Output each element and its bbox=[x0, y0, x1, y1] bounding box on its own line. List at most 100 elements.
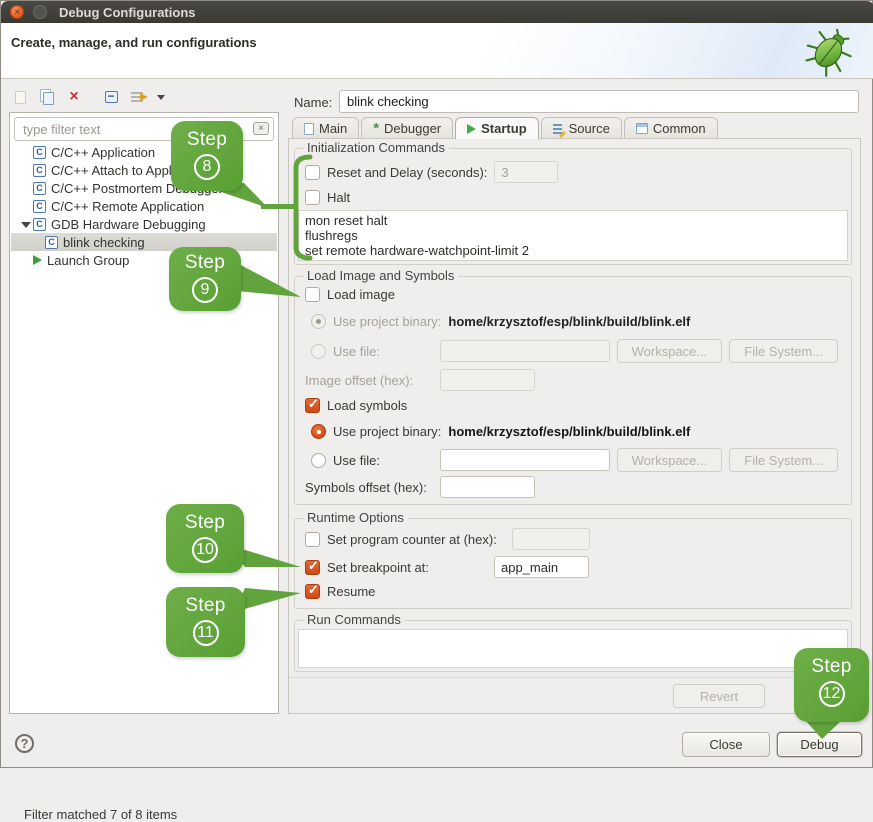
tree-item-label: GDB Hardware Debugging bbox=[51, 217, 206, 232]
project-binary-path: home/krzysztof/esp/blink/build/blink.elf bbox=[448, 314, 690, 329]
image-file-field[interactable] bbox=[440, 340, 610, 362]
step-number: 9 bbox=[192, 277, 218, 303]
step-number: 11 bbox=[193, 620, 219, 646]
run-commands-group: Run Commands bbox=[294, 620, 852, 672]
c-app-icon: C bbox=[33, 146, 46, 159]
launch-group-play-icon bbox=[33, 255, 42, 265]
tree-item-label: C/C++ Application bbox=[51, 145, 155, 160]
group-title: Run Commands bbox=[303, 612, 405, 627]
step-number: 10 bbox=[192, 537, 218, 563]
new-configuration-icon[interactable] bbox=[11, 88, 29, 106]
program-counter-field[interactable] bbox=[512, 528, 590, 550]
step-9-callout: Step 9 bbox=[169, 247, 241, 311]
tree-item-gdb-hardware-debugging[interactable]: C GDB Hardware Debugging bbox=[11, 215, 277, 233]
load-image-symbols-group: Load Image and Symbols Load image Use pr… bbox=[294, 276, 852, 505]
step-12-callout: Step 12 bbox=[794, 648, 869, 722]
use-file-label: Use file: bbox=[333, 453, 433, 468]
window-close-icon[interactable]: × bbox=[10, 5, 24, 19]
tab-label: Main bbox=[319, 121, 347, 136]
step-label: Step bbox=[185, 595, 225, 617]
image-use-project-binary-radio[interactable] bbox=[311, 314, 326, 329]
window-minimize-icon[interactable] bbox=[33, 5, 47, 19]
tree-item-label: C/C++ Remote Application bbox=[51, 199, 204, 214]
c-app-icon: C bbox=[33, 200, 46, 213]
step-label: Step bbox=[811, 656, 851, 678]
halt-label: Halt bbox=[327, 190, 350, 205]
tab-label: Common bbox=[653, 121, 706, 136]
help-icon[interactable]: ? bbox=[15, 734, 34, 753]
filter-icon[interactable] bbox=[129, 88, 147, 106]
run-commands-textarea[interactable] bbox=[298, 629, 848, 668]
tree-item-blink-checking[interactable]: Cblink checking bbox=[11, 233, 277, 251]
delete-icon[interactable]: × bbox=[65, 88, 83, 106]
tree-item-cpp-remote[interactable]: C C/C++ Remote Application bbox=[11, 197, 277, 215]
page-icon bbox=[304, 123, 314, 135]
group-title: Runtime Options bbox=[303, 510, 408, 525]
close-button[interactable]: Close bbox=[682, 732, 770, 757]
tab-startup[interactable]: Startup bbox=[455, 117, 539, 139]
bug-icon bbox=[802, 25, 856, 77]
divider bbox=[289, 677, 860, 678]
breakpoint-field[interactable]: app_main bbox=[494, 556, 589, 578]
use-project-binary-label: Use project binary: bbox=[333, 424, 441, 439]
source-icon bbox=[553, 123, 564, 135]
step-number: 8 bbox=[194, 154, 220, 180]
c-app-icon: C bbox=[33, 164, 46, 177]
reset-and-delay-label: Reset and Delay (seconds): bbox=[327, 165, 487, 180]
symbols-workspace-button[interactable]: Workspace... bbox=[617, 448, 723, 472]
set-program-counter-label: Set program counter at (hex): bbox=[327, 532, 505, 547]
set-program-counter-checkbox[interactable] bbox=[305, 532, 320, 547]
symbols-use-project-binary-radio[interactable] bbox=[311, 424, 326, 439]
titlebar[interactable]: × Debug Configurations bbox=[1, 1, 873, 23]
clear-filter-icon[interactable]: × bbox=[253, 122, 269, 135]
tab-label: Startup bbox=[481, 121, 527, 136]
symbols-file-system-button[interactable]: File System... bbox=[729, 448, 838, 472]
image-offset-field[interactable] bbox=[440, 369, 535, 391]
halt-checkbox[interactable] bbox=[305, 190, 320, 205]
configurations-toolbar: × − bbox=[11, 87, 166, 107]
group-title: Initialization Commands bbox=[303, 140, 449, 155]
name-label: Name: bbox=[294, 95, 332, 110]
tab-debugger[interactable]: *Debugger bbox=[361, 117, 453, 139]
filter-status: Filter matched 7 of 8 items bbox=[24, 807, 177, 822]
symbols-use-file-radio[interactable] bbox=[311, 453, 326, 468]
tab-bar: Main *Debugger Startup Source Common bbox=[292, 117, 720, 139]
load-image-checkbox[interactable] bbox=[305, 287, 320, 302]
reset-delay-field[interactable]: 3 bbox=[494, 161, 558, 183]
image-use-file-radio[interactable] bbox=[311, 344, 326, 359]
load-symbols-checkbox[interactable] bbox=[305, 398, 320, 413]
tab-source[interactable]: Source bbox=[541, 117, 622, 139]
c-app-icon: C bbox=[33, 218, 46, 231]
play-icon bbox=[467, 124, 476, 134]
image-file-system-button[interactable]: File System... bbox=[729, 339, 838, 363]
tree-item-label: blink checking bbox=[63, 235, 145, 250]
use-file-label: Use file: bbox=[333, 344, 433, 359]
init-commands-textarea[interactable]: mon reset halt flushregs set remote hard… bbox=[298, 210, 848, 261]
tab-main[interactable]: Main bbox=[292, 117, 359, 139]
duplicate-icon[interactable] bbox=[38, 88, 56, 106]
symbols-offset-field[interactable] bbox=[440, 476, 535, 498]
revert-button[interactable]: Revert bbox=[673, 684, 765, 708]
name-input[interactable] bbox=[339, 90, 859, 113]
resume-label: Resume bbox=[327, 584, 375, 599]
collapse-all-icon[interactable]: − bbox=[102, 88, 120, 106]
c-app-icon: C bbox=[33, 182, 46, 195]
step-label: Step bbox=[185, 252, 225, 274]
step-label: Step bbox=[185, 512, 225, 534]
reset-and-delay-checkbox[interactable] bbox=[305, 165, 320, 180]
step-8-callout: Step 8 bbox=[171, 121, 243, 191]
debug-button[interactable]: Debug bbox=[777, 732, 862, 757]
runtime-options-group: Runtime Options Set program counter at (… bbox=[294, 518, 852, 609]
chevron-down-icon[interactable] bbox=[21, 222, 31, 228]
resume-checkbox[interactable] bbox=[305, 584, 320, 599]
image-workspace-button[interactable]: Workspace... bbox=[617, 339, 723, 363]
step-11-callout: Step 11 bbox=[166, 587, 245, 657]
project-binary-path: home/krzysztof/esp/blink/build/blink.elf bbox=[448, 424, 690, 439]
step-number: 12 bbox=[819, 681, 845, 707]
step-label: Step bbox=[187, 129, 227, 151]
tab-label: Debugger bbox=[384, 121, 441, 136]
tab-common[interactable]: Common bbox=[624, 117, 718, 139]
symbols-file-field[interactable] bbox=[440, 449, 610, 471]
set-breakpoint-checkbox[interactable] bbox=[305, 560, 320, 575]
dropdown-caret-icon[interactable] bbox=[156, 88, 166, 106]
